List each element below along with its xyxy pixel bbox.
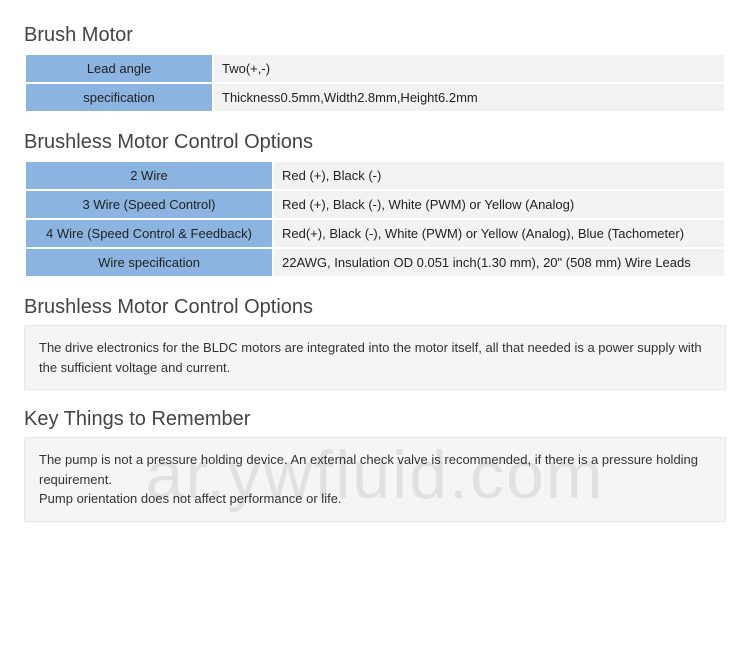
table-row: Wire specification 22AWG, Insulation OD …	[25, 248, 725, 277]
row-label: Wire specification	[25, 248, 273, 277]
row-value: 22AWG, Insulation OD 0.051 inch(1.30 mm)…	[273, 248, 725, 277]
section-title: Brushless Motor Control Options	[24, 131, 726, 154]
brush-motor-table: Lead angle Two(+,-) specification Thickn…	[24, 53, 726, 113]
paragraph-line: The pump is not a pressure holding devic…	[39, 450, 711, 489]
section-title: Key Things to Remember	[24, 408, 726, 431]
table-row: Lead angle Two(+,-)	[25, 54, 725, 83]
row-value: Red (+), Black (-), White (PWM) or Yello…	[273, 190, 725, 219]
section-brushless-options-table: Brushless Motor Control Options 2 Wire R…	[24, 131, 726, 278]
row-value: Red(+), Black (-), White (PWM) or Yellow…	[273, 219, 725, 248]
row-value: Two(+,-)	[213, 54, 725, 83]
paragraph-box: The drive electronics for the BLDC motor…	[24, 325, 726, 390]
section-key-things: Key Things to Remember The pump is not a…	[24, 408, 726, 522]
table-row: 4 Wire (Speed Control & Feedback) Red(+)…	[25, 219, 725, 248]
section-title: Brushless Motor Control Options	[24, 296, 726, 319]
table-row: 3 Wire (Speed Control) Red (+), Black (-…	[25, 190, 725, 219]
section-brushless-options-text: Brushless Motor Control Options The driv…	[24, 296, 726, 390]
table-row: 2 Wire Red (+), Black (-)	[25, 161, 725, 190]
paragraph-box: The pump is not a pressure holding devic…	[24, 437, 726, 522]
section-title: Brush Motor	[24, 24, 726, 47]
section-brush-motor: Brush Motor Lead angle Two(+,-) specific…	[24, 24, 726, 113]
row-label: 4 Wire (Speed Control & Feedback)	[25, 219, 273, 248]
paragraph-line: Pump orientation does not affect perform…	[39, 489, 711, 509]
brushless-options-table: 2 Wire Red (+), Black (-) 3 Wire (Speed …	[24, 160, 726, 278]
row-label: 3 Wire (Speed Control)	[25, 190, 273, 219]
row-label: Lead angle	[25, 54, 213, 83]
row-label: specification	[25, 83, 213, 112]
table-row: specification Thickness0.5mm,Width2.8mm,…	[25, 83, 725, 112]
row-label: 2 Wire	[25, 161, 273, 190]
row-value: Thickness0.5mm,Width2.8mm,Height6.2mm	[213, 83, 725, 112]
row-value: Red (+), Black (-)	[273, 161, 725, 190]
